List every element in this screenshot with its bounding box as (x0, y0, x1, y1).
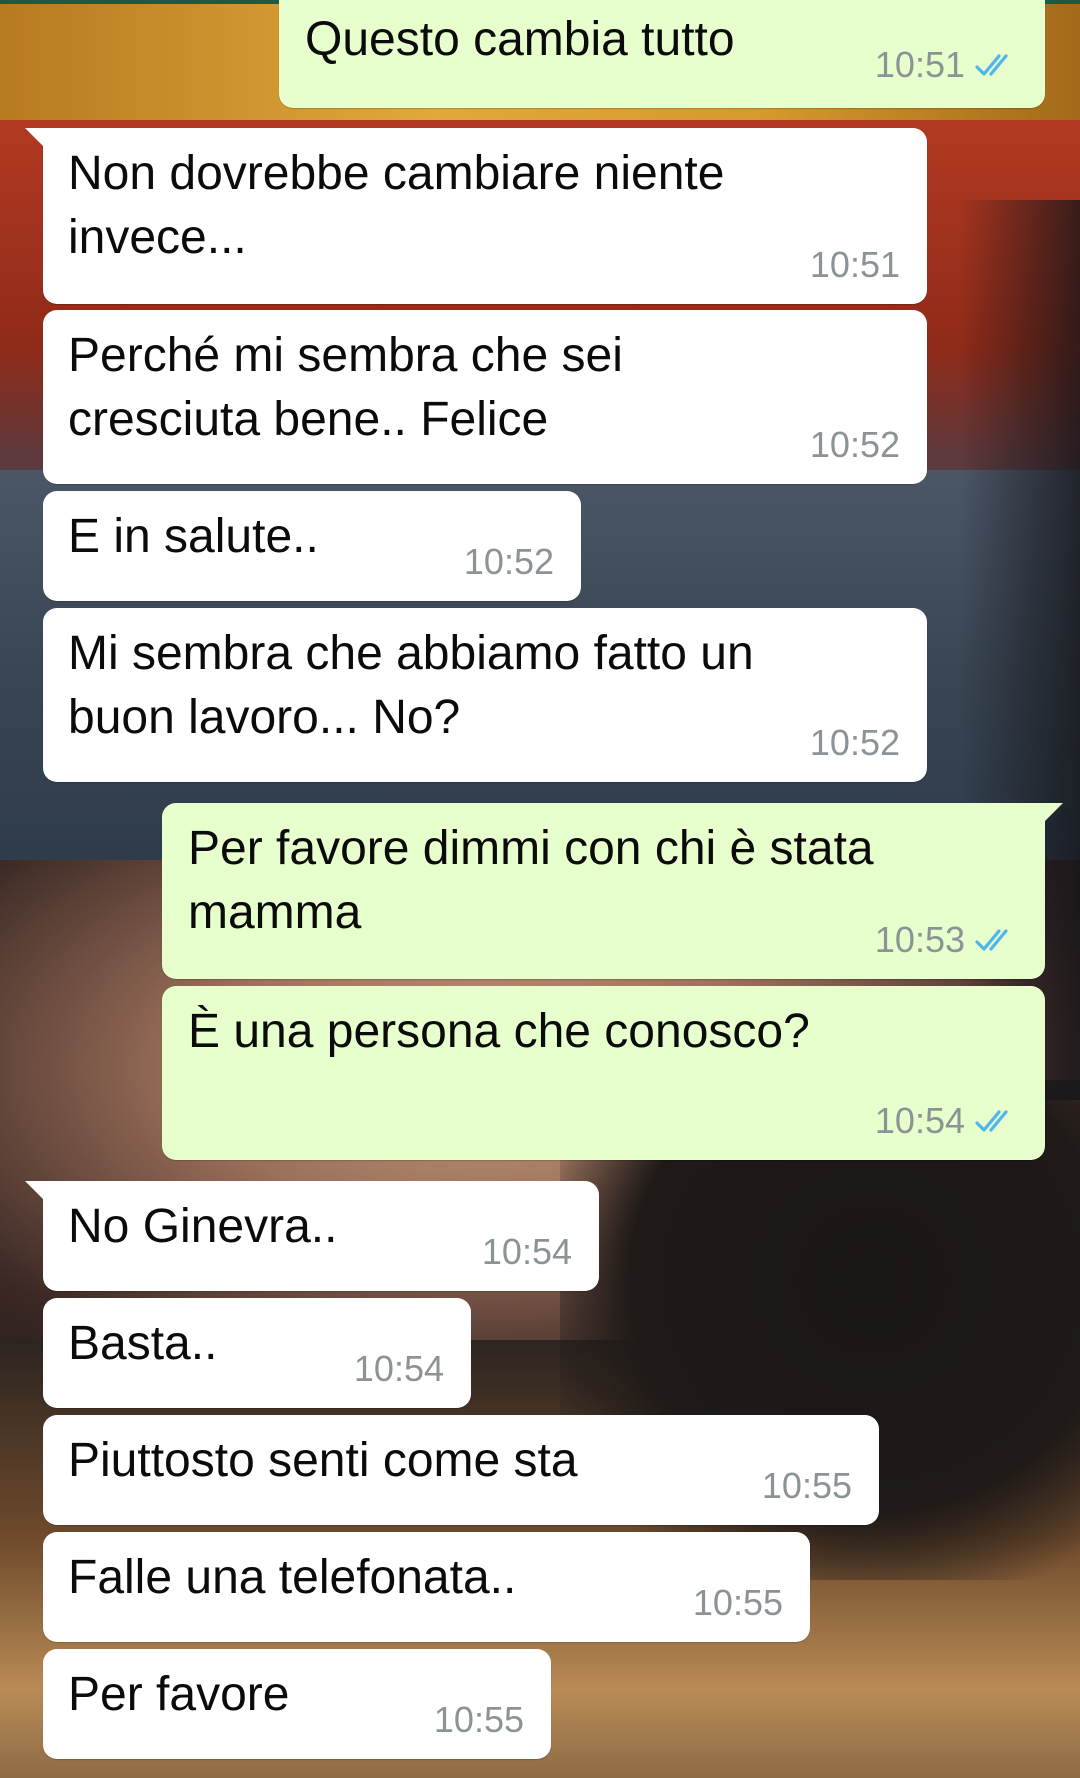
message-time: 10:51 (874, 44, 965, 85)
message-bubble-outgoing[interactable]: È una persona che conosco? 10:54 (162, 986, 1045, 1160)
message-text: Perché mi sembra che sei cresciuta bene.… (68, 329, 623, 446)
message-bubble-incoming[interactable]: Perché mi sembra che sei cresciuta bene.… (43, 310, 927, 484)
message-text: Questo cambia tutto (305, 13, 735, 66)
message-text: Per favore dimmi con chi è stata mamma (188, 822, 874, 939)
message-time: 10:55 (692, 1582, 783, 1623)
message-text: No Ginevra.. (68, 1200, 338, 1253)
message-bubble-incoming[interactable]: No Ginevra.. 10:54 (25, 1181, 599, 1291)
double-check-icon (975, 929, 1008, 951)
message-meta: 10:51 (810, 244, 900, 286)
message-text: Non dovrebbe cambiare niente invece... (68, 147, 725, 264)
message-time: 10:54 (874, 1100, 965, 1141)
message-text: Per favore (68, 1668, 290, 1721)
message-text: È una persona che conosco? (188, 1005, 810, 1058)
message-meta: 10:53 (875, 919, 1019, 961)
message-meta: 10:55 (434, 1699, 524, 1741)
message-bubble-incoming[interactable]: E in salute.. 10:52 (43, 491, 581, 601)
message-time: 10:52 (463, 541, 554, 582)
message-meta: 10:51 (875, 44, 1019, 86)
message-bubble-outgoing[interactable]: Per favore dimmi con chi è stata mamma 1… (162, 803, 1063, 979)
message-bubble-incoming[interactable]: Non dovrebbe cambiare niente invece... 1… (25, 128, 927, 304)
message-text: Basta.. (68, 1317, 218, 1370)
message-time: 10:51 (809, 244, 900, 285)
message-bubble-incoming[interactable]: Mi sembra che abbiamo fatto un buon lavo… (43, 608, 927, 782)
message-bubble-incoming[interactable]: Falle una telefonata.. 10:55 (43, 1532, 810, 1642)
message-meta: 10:55 (693, 1582, 783, 1624)
message-meta: 10:55 (762, 1465, 852, 1507)
message-bubble-outgoing[interactable]: Questo cambia tutto 10:51 (279, 0, 1045, 108)
message-meta: 10:52 (464, 541, 554, 583)
message-time: 10:54 (353, 1348, 444, 1389)
message-text: Falle una telefonata.. (68, 1551, 517, 1604)
message-text: Piuttosto senti come sta (68, 1434, 578, 1487)
message-time: 10:53 (874, 919, 965, 960)
bubble-tail (1045, 803, 1063, 821)
message-time: 10:54 (481, 1231, 572, 1272)
message-meta: 10:54 (875, 1100, 1019, 1142)
message-time: 10:52 (809, 424, 900, 465)
message-time: 10:52 (809, 722, 900, 763)
message-meta: 10:54 (354, 1348, 444, 1390)
double-check-icon (975, 54, 1008, 76)
message-time: 10:55 (433, 1699, 524, 1740)
message-bubble-incoming[interactable]: Per favore 10:55 (43, 1649, 551, 1759)
message-bubble-incoming[interactable]: Piuttosto senti come sta 10:55 (43, 1415, 879, 1525)
double-check-icon (975, 1110, 1008, 1132)
bubble-tail (25, 1181, 43, 1199)
message-meta: 10:54 (482, 1231, 572, 1273)
message-bubble-incoming[interactable]: Basta.. 10:54 (43, 1298, 471, 1408)
message-time: 10:55 (761, 1465, 852, 1506)
bubble-tail (25, 128, 43, 146)
message-meta: 10:52 (810, 722, 900, 764)
message-text: Mi sembra che abbiamo fatto un buon lavo… (68, 627, 754, 744)
message-text: E in salute.. (68, 510, 319, 563)
message-meta: 10:52 (810, 424, 900, 466)
